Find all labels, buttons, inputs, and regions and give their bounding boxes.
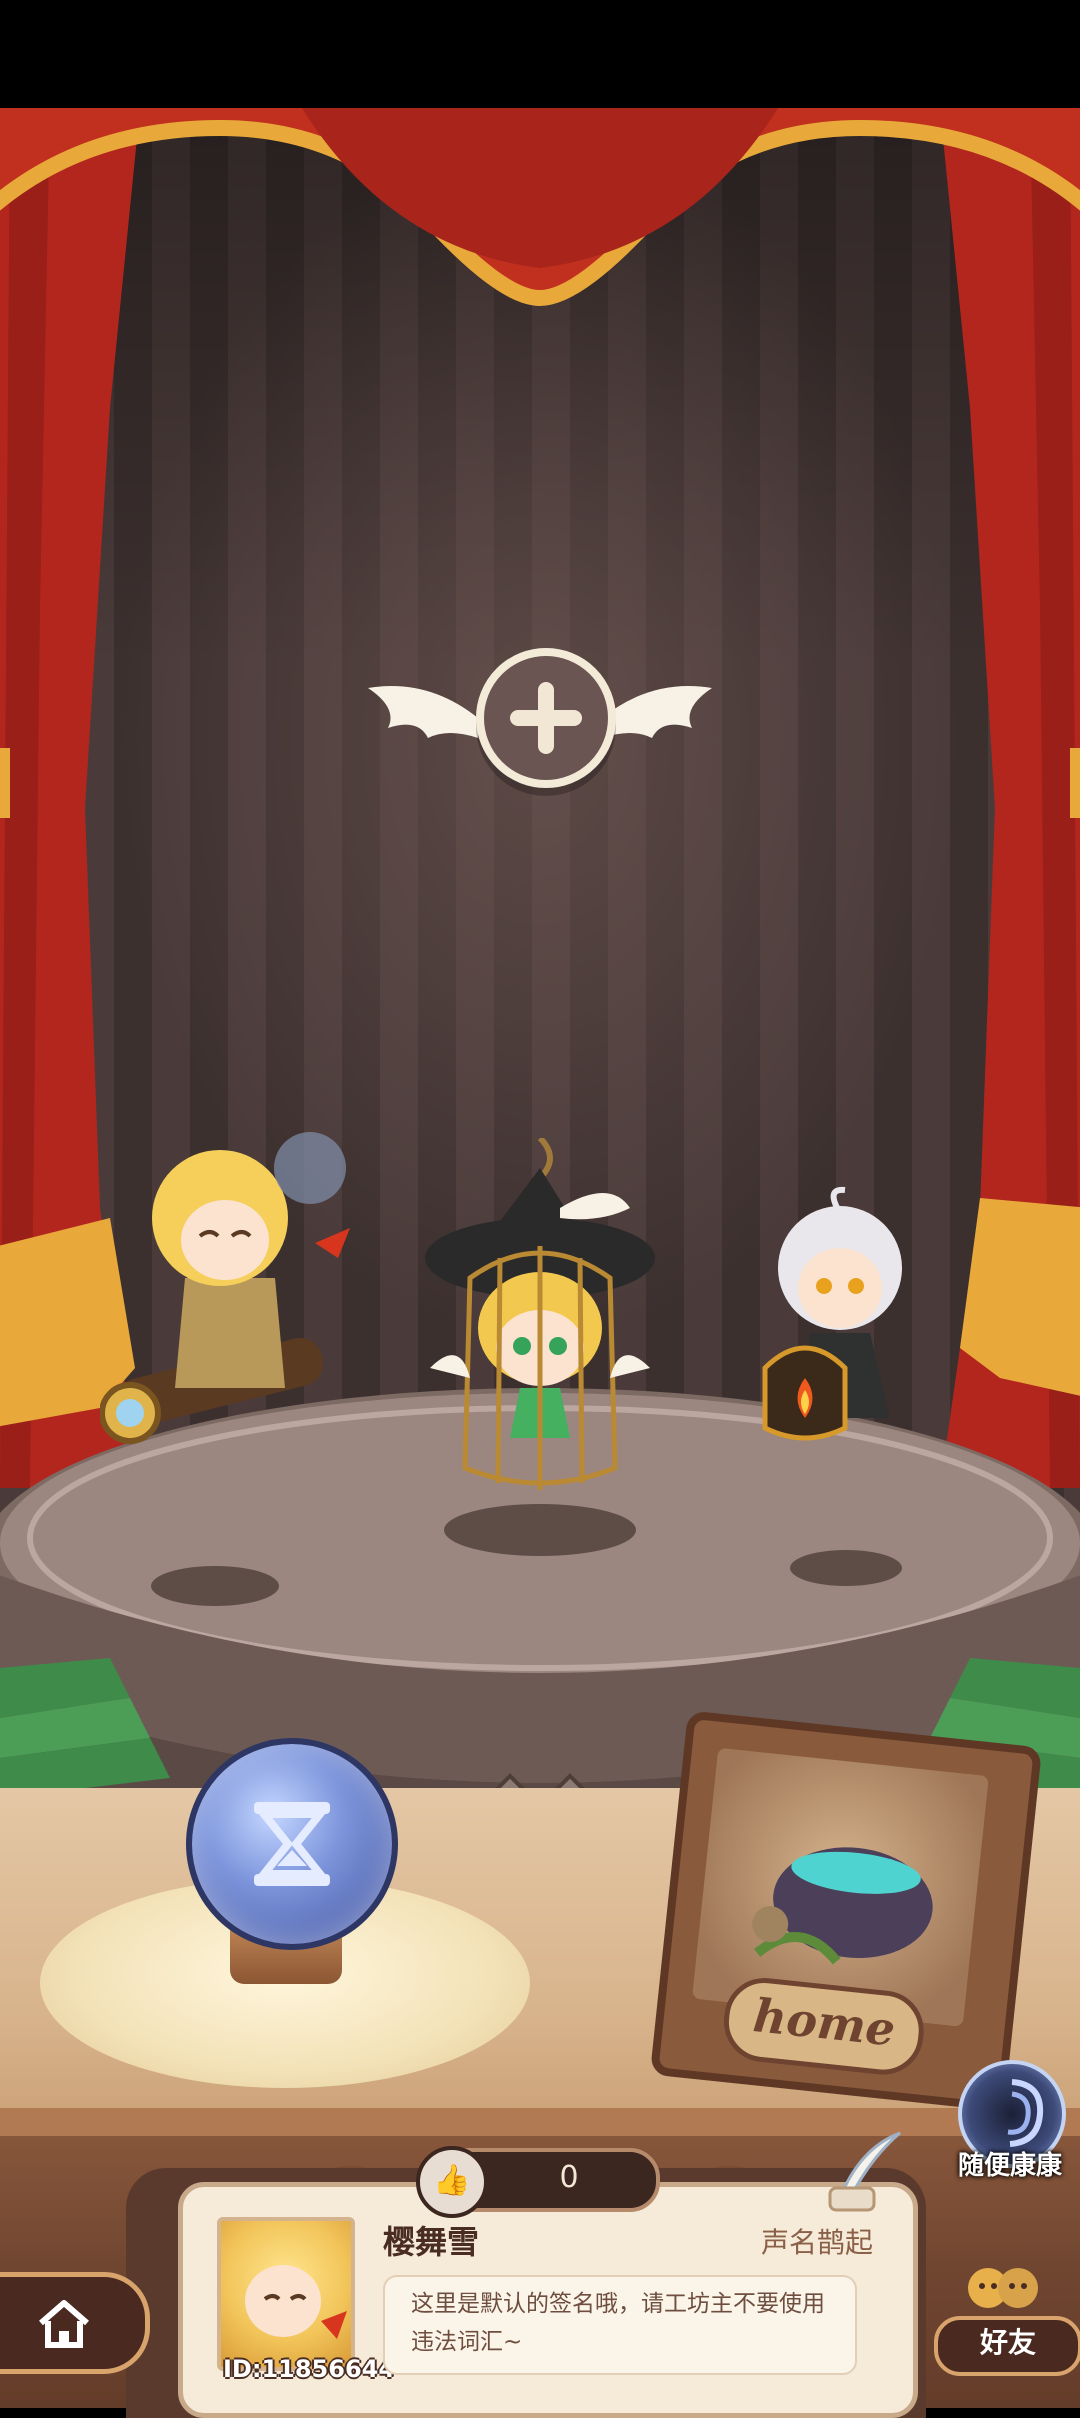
character-witch-cage[interactable] [410, 1138, 670, 1518]
hourglass-orb-button[interactable] [186, 1738, 398, 1950]
avatar[interactable] [217, 2217, 355, 2371]
signature-text: 这里是默认的签名哦，请工坊主不要使用违法词汇~ [411, 2291, 825, 2355]
stage-scene: home [0, 108, 1080, 2408]
add-character-slot-button[interactable] [368, 648, 712, 798]
random-visit-label[interactable]: 随便康康 [940, 2145, 1080, 2182]
hourglass-icon [254, 1802, 330, 1886]
right-wing-decoration [602, 686, 712, 738]
home-picture-frame-button[interactable]: home [649, 1710, 1043, 2112]
character-white-hair-lantern[interactable] [720, 1118, 980, 1478]
quill-icon[interactable] [820, 2128, 910, 2218]
home-icon [39, 2300, 89, 2348]
curtain-valance [0, 108, 1080, 307]
friends-button[interactable]: 好友 [934, 2258, 1080, 2376]
like-counter[interactable]: 👍 0 [416, 2146, 660, 2218]
home-button[interactable] [0, 2272, 150, 2374]
plus-icon[interactable] [476, 648, 616, 788]
left-wing-decoration [368, 686, 478, 738]
username: 樱舞雪 [383, 2223, 480, 2261]
profile-card: ID:11856644 樱舞雪 声名鹊起 这里是默认的签名哦，请工坊主不要使用违… [178, 2182, 918, 2418]
left-stairs [0, 1658, 170, 1798]
signature-box: 这里是默认的签名哦，请工坊主不要使用违法词汇~ [383, 2275, 857, 2375]
status-bar [0, 0, 1080, 108]
user-id: ID:11856644 [223, 2355, 396, 2383]
like-count: 0 [559, 2160, 579, 2195]
reputation-title: 声名鹊起 [760, 2226, 873, 2259]
character-blonde-telescope[interactable] [100, 1108, 360, 1468]
friends-label[interactable]: 好友 [934, 2316, 1080, 2376]
thumbs-up-icon[interactable]: 👍 [416, 2146, 488, 2218]
